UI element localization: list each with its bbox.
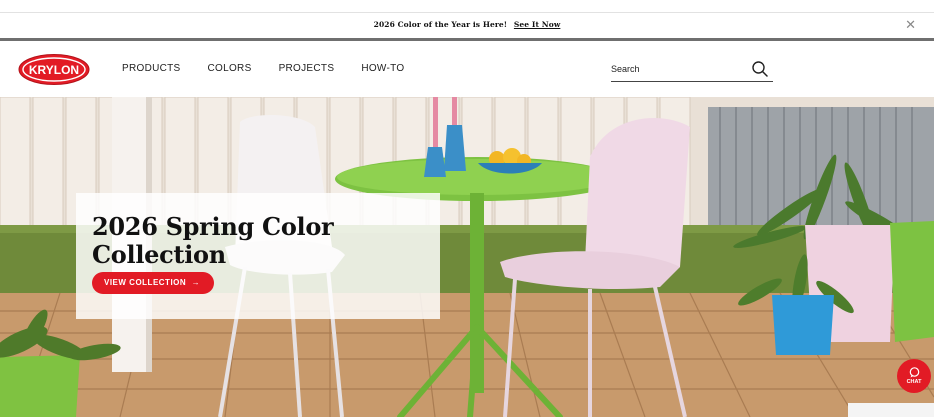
logo-text: KRYLON xyxy=(29,63,79,77)
promo-card: 2026 Spring Color Collection VIEW COLLEC… xyxy=(76,193,440,319)
krylon-logo[interactable]: KRYLON xyxy=(18,54,90,85)
announcement-bar: 2026 Color of the Year is Here! See It N… xyxy=(0,12,934,38)
search-icon[interactable] xyxy=(751,60,769,78)
view-collection-label: VIEW COLLECTION xyxy=(104,278,187,287)
announcement-message: 2026 Color of the Year is Here! xyxy=(373,20,508,29)
chat-bubble-icon xyxy=(909,367,920,378)
nav-how-to[interactable]: HOW-TO xyxy=(361,63,404,74)
nav-products[interactable]: PRODUCTS xyxy=(122,63,181,74)
search-box xyxy=(611,58,773,82)
site-header: KRYLON PRODUCTS COLORS PROJECTS HOW-TO xyxy=(0,41,934,97)
nav-projects[interactable]: PROJECTS xyxy=(279,63,335,74)
search-input[interactable] xyxy=(611,64,741,74)
main-nav: PRODUCTS COLORS PROJECTS HOW-TO xyxy=(122,63,431,74)
announcement-link[interactable]: See It Now xyxy=(514,20,560,29)
chat-label: CHAT xyxy=(906,379,922,385)
hero-title: 2026 Spring Color Collection xyxy=(92,212,334,269)
hero-banner[interactable]: 2026 Spring Color Collection VIEW COLLEC… xyxy=(0,97,934,417)
arrow-right-icon: → xyxy=(188,278,201,287)
chat-button[interactable]: CHAT xyxy=(897,359,931,393)
close-icon[interactable]: ✕ xyxy=(905,18,916,32)
view-collection-button[interactable]: VIEW COLLECTION → xyxy=(92,272,215,294)
top-spacer xyxy=(0,0,934,12)
announcement-text: 2026 Color of the Year is Here! See It N… xyxy=(0,20,934,29)
nav-colors[interactable]: COLORS xyxy=(208,63,252,74)
